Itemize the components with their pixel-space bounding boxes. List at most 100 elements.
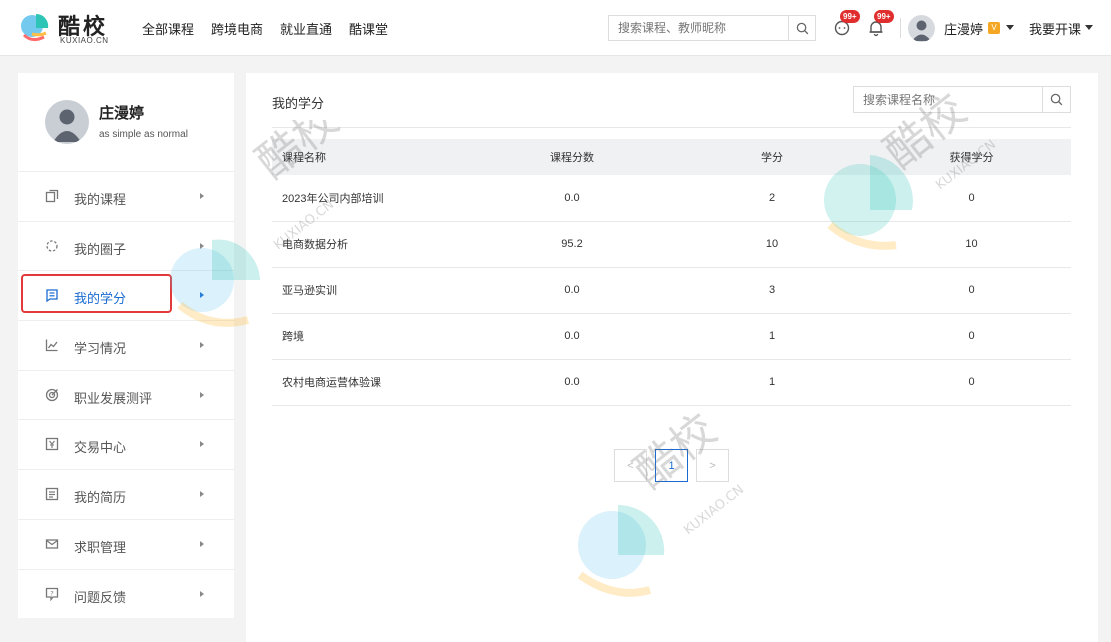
credits-cell: 2 xyxy=(672,175,872,222)
sidebar-item-label: 职业发展测评 xyxy=(74,390,153,406)
course-name-cell: 2023年公司内部培训 xyxy=(272,175,472,222)
column-header-course-name: 课程名称 xyxy=(272,139,472,175)
avatar-icon xyxy=(53,109,81,142)
column-header-course-score: 课程分数 xyxy=(472,139,672,175)
chat-badge: 99+ xyxy=(840,10,860,23)
sidebar-item-study-status[interactable]: 学习情况 xyxy=(18,320,234,370)
column-header-credits: 学分 xyxy=(672,139,872,175)
next-page-button[interactable]: > xyxy=(696,449,729,482)
profile-bio: as simple as normal xyxy=(99,129,188,140)
course-name-cell: 亚马逊实训 xyxy=(272,267,472,314)
header-search-input[interactable] xyxy=(609,16,789,40)
sidebar-item-label: 我的简历 xyxy=(74,490,127,506)
credits-cell: 1 xyxy=(672,313,872,360)
credits-table: 课程名称 课程分数 学分 获得学分 2023年公司内部培训 0.0 2 0 电商… xyxy=(272,139,1071,406)
chevron-down-icon[interactable] xyxy=(1085,25,1093,30)
notification-button[interactable]: 99+ xyxy=(867,10,894,37)
credits-cell: 10 xyxy=(672,221,872,268)
sidebar-menu: 我的课程 我的圈子 我的学分 学习情况 职业发展测评 交易中心 我的简历 求职管… xyxy=(18,171,234,618)
profile-name: 庄漫婷 xyxy=(99,105,145,122)
header-search xyxy=(608,15,816,41)
sidebar-item-trade-center[interactable]: 交易中心 xyxy=(18,419,234,469)
chevron-right-icon xyxy=(200,590,204,597)
table-row: 农村电商运营体验课 0.0 1 0 xyxy=(272,359,1071,406)
course-search xyxy=(853,86,1071,113)
chevron-down-icon[interactable] xyxy=(1006,25,1014,30)
sidebar-item-label: 交易中心 xyxy=(74,440,127,456)
target-icon xyxy=(45,388,59,401)
page-title: 我的学分 xyxy=(272,96,325,111)
pagination: < 1 > xyxy=(614,449,729,482)
nav-all-courses[interactable]: 全部课程 xyxy=(142,19,194,38)
chevron-right-icon xyxy=(200,342,204,349)
username-link[interactable]: 庄漫婷 xyxy=(944,19,983,38)
mail-icon xyxy=(45,539,59,549)
sidebar-item-label: 求职管理 xyxy=(74,539,127,555)
chevron-right-icon xyxy=(200,242,204,249)
chevron-right-icon xyxy=(200,292,204,299)
sidebar-item-my-circles[interactable]: 我的圈子 xyxy=(18,220,234,271)
sidebar-item-my-resume[interactable]: 我的简历 xyxy=(18,469,234,519)
course-search-input[interactable] xyxy=(854,87,1042,112)
sidebar-item-label: 问题反馈 xyxy=(74,589,127,605)
column-header-earned-credits: 获得学分 xyxy=(872,139,1071,175)
course-name-cell: 跨境 xyxy=(272,313,472,360)
chevron-right-icon xyxy=(200,491,204,498)
top-header: 酷校 KUXIAO.CN 全部课程 跨境电商 就业直通 酷课堂 99+ 99+ xyxy=(0,0,1111,56)
credits-cell: 3 xyxy=(672,267,872,314)
open-course-link[interactable]: 我要开课 xyxy=(1029,19,1081,38)
svg-text:?: ? xyxy=(50,589,53,597)
chart-icon xyxy=(45,339,58,352)
user-sidebar: 庄漫婷 as simple as normal 我的课程 我的圈子 我的学分 学… xyxy=(18,73,234,618)
chevron-right-icon xyxy=(200,391,204,398)
search-icon xyxy=(796,22,808,34)
sidebar-item-label: 我的课程 xyxy=(74,192,127,207)
credits-cell: 1 xyxy=(672,359,872,406)
course-score-cell: 95.2 xyxy=(472,221,672,268)
earned-credits-cell: 10 xyxy=(872,221,1071,268)
table-header-row: 课程名称 课程分数 学分 获得学分 xyxy=(272,139,1071,175)
header-search-button[interactable] xyxy=(788,16,815,40)
sidebar-item-label: 学习情况 xyxy=(74,341,127,357)
divider xyxy=(272,127,1071,128)
nav-employment[interactable]: 就业直通 xyxy=(280,19,332,38)
credit-icon xyxy=(46,289,58,303)
course-score-cell: 0.0 xyxy=(472,267,672,314)
table-row: 跨境 0.0 1 0 xyxy=(272,313,1071,360)
avatar-icon xyxy=(912,20,931,41)
circle-icon xyxy=(46,240,58,252)
page-button-current[interactable]: 1 xyxy=(655,449,688,482)
earned-credits-cell: 0 xyxy=(872,359,1071,406)
table-row: 亚马逊实训 0.0 3 0 xyxy=(272,267,1071,314)
yen-icon xyxy=(45,438,59,451)
course-name-cell: 农村电商运营体验课 xyxy=(272,359,472,406)
course-score-cell: 0.0 xyxy=(472,313,672,360)
sidebar-item-feedback[interactable]: ? 问题反馈 xyxy=(18,568,234,619)
site-logo[interactable]: 酷校 KUXIAO.CN xyxy=(18,9,110,47)
profile-avatar[interactable] xyxy=(45,100,89,144)
course-search-button[interactable] xyxy=(1042,87,1070,112)
table-row: 2023年公司内部培训 0.0 2 0 xyxy=(272,175,1071,222)
prev-page-button[interactable]: < xyxy=(614,449,647,482)
feedback-icon: ? xyxy=(45,587,59,601)
chevron-right-icon xyxy=(200,441,204,448)
user-avatar[interactable] xyxy=(908,15,935,42)
chat-button[interactable]: 99+ xyxy=(833,10,860,37)
sidebar-item-label: 我的学分 xyxy=(74,291,127,307)
credits-panel: 我的学分 课程名称 课程分数 学分 获得学分 2023年公司内部培训 0.0 2 xyxy=(246,73,1098,642)
chevron-right-icon xyxy=(200,193,204,199)
main-nav: 全部课程 跨境电商 就业直通 酷课堂 xyxy=(142,19,388,38)
sidebar-item-job-management[interactable]: 求职管理 xyxy=(18,518,234,569)
earned-credits-cell: 0 xyxy=(872,313,1071,360)
course-icon xyxy=(45,189,59,203)
course-name-cell: 电商数据分析 xyxy=(272,221,472,268)
nav-cross-border[interactable]: 跨境电商 xyxy=(211,19,263,38)
resume-icon xyxy=(45,487,59,501)
nav-ku-classroom[interactable]: 酷课堂 xyxy=(349,19,388,38)
search-icon xyxy=(1050,93,1063,106)
sidebar-item-career-assessment[interactable]: 职业发展测评 xyxy=(18,369,234,420)
sidebar-item-my-courses[interactable]: 我的课程 xyxy=(18,171,234,221)
sidebar-item-my-credits[interactable]: 我的学分 xyxy=(18,270,234,320)
course-score-cell: 0.0 xyxy=(472,175,672,222)
notification-badge: 99+ xyxy=(874,10,894,23)
